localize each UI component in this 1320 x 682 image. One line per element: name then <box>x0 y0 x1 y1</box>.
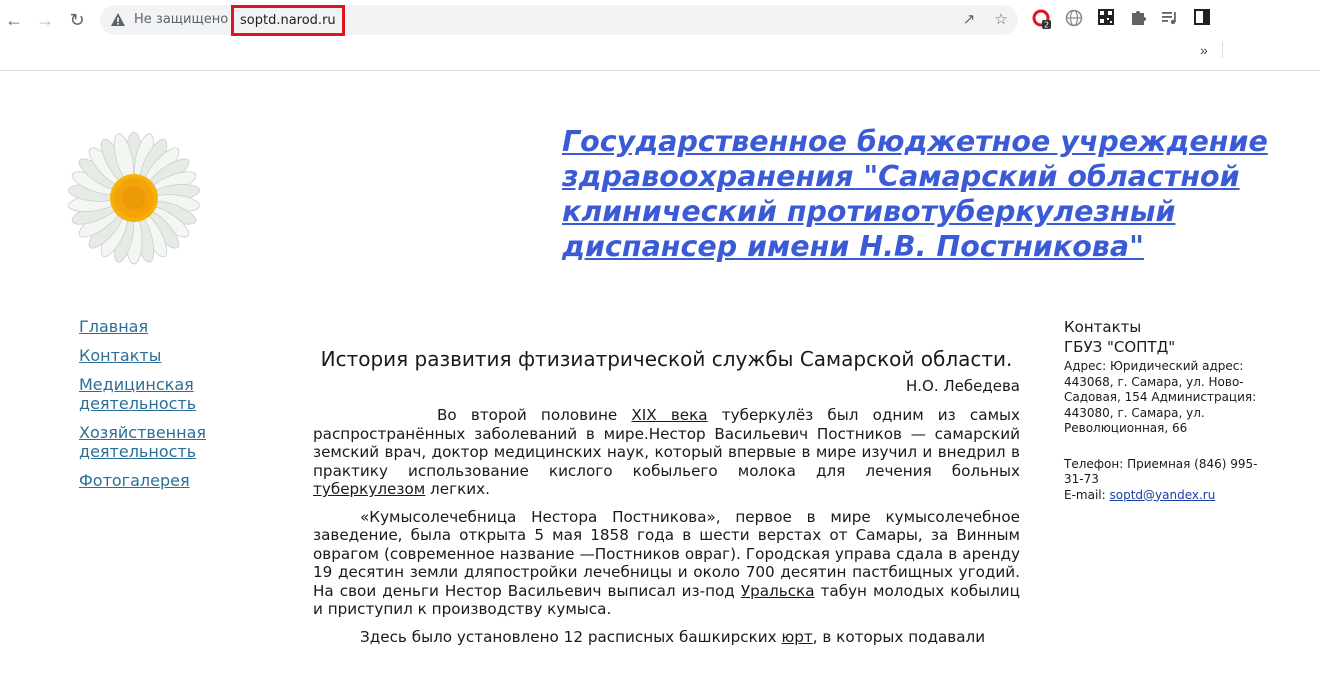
reading-list-icon[interactable] <box>1160 9 1180 29</box>
article-paragraph: «Кумысолечебница Нестора Постникова», пе… <box>313 508 1020 619</box>
daisy-logo-image <box>68 131 200 265</box>
article-paragraph: Здесь было установлено 12 расписных башк… <box>313 628 1020 647</box>
link-uralsk[interactable]: Уральска <box>741 582 815 600</box>
nav-link-gallery[interactable]: Фотогалерея <box>79 471 249 490</box>
warning-icon[interactable] <box>110 12 126 28</box>
left-navigation: Главная Контакты Медицинская деятельност… <box>79 317 249 500</box>
puzzle-extensions-icon[interactable] <box>1128 9 1148 29</box>
link-tuberculosis[interactable]: туберкулезом <box>313 480 425 498</box>
site-title-link[interactable]: Государственное бюджетное учреждение здр… <box>562 124 1302 264</box>
nav-link-home[interactable]: Главная <box>79 317 249 336</box>
browser-toolbar: ← → ↻ Не защищено soptd.narod.ru ↗ ☆ 2 » <box>0 0 1320 71</box>
address-bar[interactable]: Не защищено soptd.narod.ru ↗ ☆ <box>100 5 1018 36</box>
opera-extension-icon[interactable]: 2 <box>1032 9 1052 30</box>
contacts-heading: Контакты <box>1064 318 1142 336</box>
article-author: Н.О. Лебедева <box>905 377 1020 395</box>
paragraph-text: Здесь было установлено 12 расписных башк… <box>360 627 782 646</box>
contacts-email: E-mail: soptd@yandex.ru <box>1064 488 1274 504</box>
paragraph-text: Во второй половине <box>437 406 632 424</box>
article: История развития фтизиатрической службы … <box>313 348 1020 655</box>
email-link[interactable]: soptd@yandex.ru <box>1109 488 1215 502</box>
contacts-phone: Телефон: Приемная (846) 995-31-73 <box>1064 456 1258 487</box>
paragraph-text: легких. <box>425 480 490 498</box>
opera-logo-icon: 2 <box>1032 9 1051 30</box>
nav-link-economic[interactable]: Хозяйственная деятельность <box>79 423 249 461</box>
link-xix-century[interactable]: XIX века <box>631 406 707 424</box>
nav-link-contacts[interactable]: Контакты <box>79 346 249 365</box>
globe-icon[interactable] <box>1064 9 1084 29</box>
url-text[interactable]: soptd.narod.ru <box>231 5 345 36</box>
paragraph-text: , в которых подавали <box>812 627 986 646</box>
bookmark-star-icon[interactable]: ☆ <box>992 11 1010 29</box>
back-icon[interactable]: ← <box>3 9 25 31</box>
link-yurt[interactable]: юрт <box>781 628 812 646</box>
article-paragraph: Во второй половине XIX века туберкулёз б… <box>313 406 1020 499</box>
article-title: История развития фтизиатрической службы … <box>320 347 1013 371</box>
qr-code-icon[interactable] <box>1096 9 1116 29</box>
extension-badge: 2 <box>1044 21 1049 30</box>
security-label[interactable]: Не защищено <box>134 12 228 27</box>
email-label: E-mail: <box>1064 487 1110 502</box>
contacts-address: Адрес: Юридический адрес: 443068, г. Сам… <box>1064 359 1257 435</box>
url-value: soptd.narod.ru <box>240 13 336 28</box>
share-icon[interactable]: ↗ <box>960 11 978 29</box>
reload-icon[interactable]: ↻ <box>66 9 88 31</box>
org-name: ГБУЗ "СОПТД" <box>1064 338 1176 356</box>
side-panel-icon[interactable] <box>1192 9 1212 29</box>
nav-link-medical[interactable]: Медицинская деятельность <box>79 375 249 413</box>
contacts-sidebar: Контакты ГБУЗ "СОПТД" Адрес: Юридический… <box>1064 317 1274 503</box>
toolbar-divider <box>1222 42 1223 58</box>
bookmarks-overflow-button[interactable]: » <box>1200 42 1208 58</box>
forward-icon[interactable]: → <box>34 9 56 31</box>
